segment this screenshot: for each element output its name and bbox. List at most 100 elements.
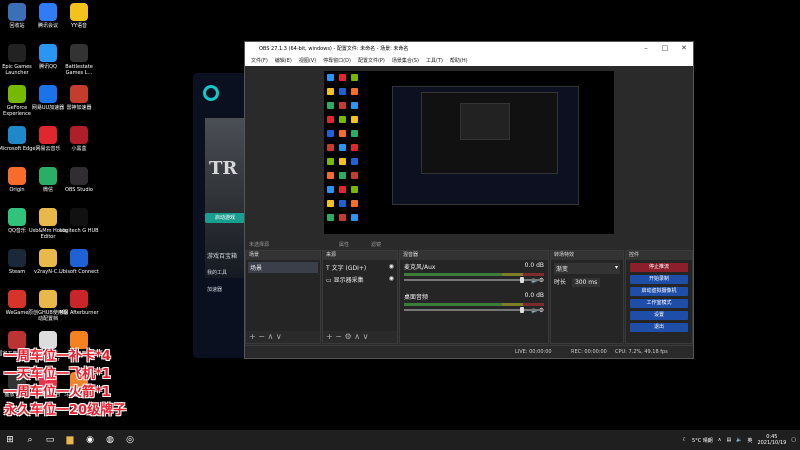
volume-meter [404, 273, 544, 276]
volume-slider[interactable] [404, 277, 544, 283]
menu-edit[interactable]: 编辑(E) [275, 57, 292, 64]
input-method-icon[interactable]: 英 [747, 437, 752, 444]
sources-header: 来源 [323, 251, 397, 260]
preview-mini-icon [339, 214, 346, 221]
transition-select[interactable]: 渐变 ▾ [554, 263, 620, 274]
preview-mini-icon [351, 144, 358, 151]
cpu-status: CPU: 7.2%, 49.18 fps [615, 349, 668, 355]
remove-source-icon[interactable]: − [335, 332, 342, 341]
controls-dock: 控件 停止推流 开始录制 启动虚拟摄像机 工作室模式 设置 退出 [625, 250, 693, 344]
yy-icon [70, 3, 88, 21]
desktop-icon[interactable]: 雷神加速器 [59, 85, 99, 111]
start-recording-button[interactable]: 开始录制 [630, 275, 688, 284]
folder-icon [39, 208, 57, 226]
channel-db: 0.0 dB [524, 292, 544, 299]
settings-gear-icon[interactable]: ⚙ [345, 332, 352, 341]
virtual-camera-button[interactable]: 启动虚拟摄像机 [630, 287, 688, 296]
volume-meter [404, 303, 544, 306]
obs-preview[interactable] [324, 71, 614, 234]
network-icon[interactable]: ▤ [726, 437, 731, 443]
studio-mode-button[interactable]: 工作室模式 [630, 299, 688, 308]
menu-profile[interactable]: 配置文件(P) [358, 57, 385, 64]
desktop-icon[interactable]: YY语音 [59, 3, 99, 29]
desktop-icon-label: Battlestate Games L... [65, 64, 93, 76]
file-explorer-icon[interactable]: ▆ [60, 430, 80, 450]
clock[interactable]: 0:45 2021/10/19 [757, 434, 786, 446]
menu-view[interactable]: 视图(V) [299, 57, 316, 64]
source-item-display[interactable]: ▭ 显示器采集 ◉ [326, 275, 394, 284]
tray-chevron-up-icon[interactable]: ∧ [718, 437, 722, 443]
tencent-meeting-icon [39, 3, 57, 21]
move-up-icon[interactable]: ∧ [354, 332, 360, 341]
text-source-icon: T [326, 265, 330, 272]
volume-icon[interactable]: 🔈 [736, 437, 742, 443]
preview-mini-icon [327, 186, 334, 193]
overlay-line: 一天车位一飞机*1 [4, 367, 111, 382]
chevron-down-icon: ▾ [614, 264, 618, 271]
preview-mini-icon [339, 88, 346, 95]
live-status: LIVE: 00:00:00 [515, 349, 552, 355]
launch-game-button[interactable]: 启动游戏 [205, 213, 245, 223]
menu-help[interactable]: 帮助(H) [450, 57, 468, 64]
move-down-icon[interactable]: ∨ [363, 332, 369, 341]
channel-db: 0.0 dB [524, 262, 544, 269]
obs-taskbar-icon[interactable]: ◎ [120, 430, 140, 450]
desktop-icon[interactable]: 小黑盒 [59, 126, 99, 152]
steam-taskbar-icon[interactable]: ◉ [80, 430, 100, 450]
properties-button[interactable]: 属性 [339, 241, 349, 248]
windows-start-icon[interactable]: ⊞ [0, 430, 20, 450]
duration-input[interactable]: 300 ms [571, 278, 601, 287]
add-scene-icon[interactable]: + [249, 332, 256, 341]
preview-mini-icon [339, 158, 346, 165]
transition-type: 渐变 [556, 266, 569, 273]
stop-streaming-button[interactable]: 停止推流 [630, 263, 688, 272]
obs-titlebar[interactable]: OBS 27.1.3 (64-bit, windows) - 配置文件: 未命名… [245, 42, 693, 55]
channel-name: 桌面音频 [404, 294, 429, 301]
desktop-icon[interactable]: Logitech G HUB [59, 208, 99, 234]
audio-mixer-dock: 混音器 麦克风/Aux 0.0 dB 🔈⚙ 桌面音频 0.0 dB 🔈⚙ [399, 250, 549, 344]
notification-icon[interactable]: ▢ [791, 437, 796, 443]
remove-scene-icon[interactable]: − [258, 332, 265, 341]
launcher-taskbar-icon[interactable]: ◍ [100, 430, 120, 450]
xiaoheihe-icon [70, 126, 88, 144]
add-source-icon[interactable]: + [326, 332, 333, 341]
desktop-icon[interactable]: MSI Afterburner [59, 290, 99, 316]
maximize-icon[interactable]: □ [656, 42, 674, 55]
eye-icon[interactable]: ◉ [389, 263, 394, 270]
desktop-icon-label: YY语音 [70, 23, 88, 29]
volume-slider[interactable] [404, 307, 544, 313]
preview-mini-icon [327, 158, 334, 165]
msi-icon [70, 290, 88, 308]
overlay-line: 一周车位一补卡*4 [4, 349, 111, 364]
menu-tools[interactable]: 工具(T) [426, 57, 443, 64]
move-up-icon[interactable]: ∧ [268, 332, 274, 341]
close-icon[interactable]: ✕ [675, 42, 693, 55]
launcher-text-3[interactable]: 加速器 [207, 286, 222, 293]
exit-button[interactable]: 退出 [630, 323, 688, 332]
launcher-text-2[interactable]: 我的工具 [207, 269, 227, 276]
weather-text[interactable]: 5°C 晴朗 [692, 437, 713, 444]
source-item-text[interactable]: T 文字 (GDI+) ◉ [326, 263, 394, 272]
preview-mini-icon [339, 172, 346, 179]
obs-window[interactable]: OBS 27.1.3 (64-bit, windows) - 配置文件: 未命名… [244, 41, 694, 359]
edge-icon [8, 126, 26, 144]
search-icon[interactable]: ⌕ [20, 430, 40, 450]
task-view-icon[interactable]: ▭ [40, 430, 60, 450]
transitions-header: 转场特效 [551, 251, 623, 260]
minimize-icon[interactable]: – [637, 42, 655, 55]
controls-header: 控件 [626, 251, 692, 260]
scene-item[interactable]: 场景 [248, 262, 318, 273]
menu-file[interactable]: 文件(F) [251, 57, 268, 64]
menu-scene-collection[interactable]: 场景集合(S) [392, 57, 419, 64]
eye-icon[interactable]: ◉ [389, 275, 394, 282]
desktop-icon[interactable]: Ubisoft Connect [59, 249, 99, 275]
filters-button[interactable]: 滤镜 [371, 241, 381, 248]
preview-mini-icon [351, 116, 358, 123]
desktop-icon[interactable]: Battlestate Games L... [59, 44, 99, 76]
desktop-icon[interactable]: OBS Studio [59, 167, 99, 193]
desktop-icon-label: Logitech G HUB [59, 228, 99, 234]
move-down-icon[interactable]: ∨ [276, 332, 282, 341]
overlay-line: 永久车位一20级牌子 [4, 403, 127, 418]
settings-button[interactable]: 设置 [630, 311, 688, 320]
menu-docks[interactable]: 停靠窗口(D) [323, 57, 351, 64]
